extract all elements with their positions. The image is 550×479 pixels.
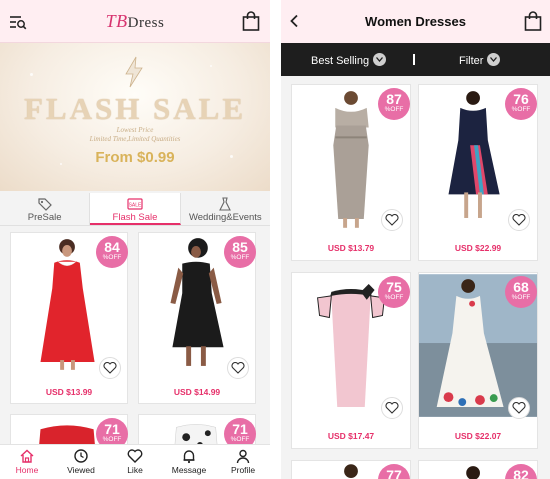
chevron-down-icon xyxy=(373,53,387,66)
nav-viewed[interactable]: Viewed xyxy=(54,445,108,479)
nav-message[interactable]: Message xyxy=(162,445,216,479)
shopping-bag-icon[interactable] xyxy=(524,11,542,31)
discount-badge: 87 %OFF xyxy=(378,88,410,120)
heart-outline-icon xyxy=(103,362,117,374)
wishlist-button[interactable] xyxy=(99,357,121,379)
heart-outline-icon xyxy=(512,214,526,226)
bell-icon xyxy=(183,450,195,464)
product-card[interactable]: 84 %OFF USD $13.99 xyxy=(10,232,128,404)
category-screen: Women Dresses Best Selling Filter 87 %OF… xyxy=(281,0,550,479)
heart-outline-icon xyxy=(512,402,526,414)
wishlist-button[interactable] xyxy=(508,209,530,231)
discount-badge: 84 %OFF xyxy=(96,236,128,268)
product-card[interactable]: 77 xyxy=(291,460,411,479)
sort-filter-bar: Best Selling Filter xyxy=(281,43,550,76)
bottom-navigation: Home Viewed Like Message Profile xyxy=(0,444,270,479)
product-card[interactable]: 85 %OFF USD $14.99 xyxy=(138,232,256,404)
product-card[interactable]: 68 %OFF USD $22.07 xyxy=(418,272,538,449)
product-card[interactable]: 76 %OFF USD $22.99 xyxy=(418,84,538,261)
wishlist-button[interactable] xyxy=(508,397,530,419)
product-card[interactable]: 87 %OFF USD $13.79 xyxy=(291,84,411,261)
banner-subtitle: Lowest Price Limited Time,Limited Quanti… xyxy=(89,126,181,143)
discount-badge: 76 %OFF xyxy=(505,88,537,120)
divider xyxy=(413,54,415,65)
discount-badge: 75 %OFF xyxy=(378,276,410,308)
product-card[interactable]: 82 xyxy=(418,460,538,479)
wedding-dress-icon xyxy=(219,197,232,211)
chevron-down-icon xyxy=(487,53,501,66)
discount-badge: 68 %OFF xyxy=(505,276,537,308)
product-price: USD $13.99 xyxy=(45,387,93,397)
sale-box-icon: SALE xyxy=(127,198,143,210)
sort-dropdown[interactable]: Best Selling xyxy=(311,53,387,67)
shopping-bag-icon[interactable] xyxy=(242,11,260,31)
home-icon xyxy=(20,449,34,463)
lightning-icon xyxy=(125,56,143,88)
wishlist-button[interactable] xyxy=(381,397,403,419)
heart-outline-icon xyxy=(385,402,399,414)
app-header: TBDress xyxy=(0,0,270,43)
category-tabs: PreSale SALE Flash Sale Wedding&Events xyxy=(0,193,270,226)
filter-dropdown[interactable]: Filter xyxy=(459,53,501,67)
svg-text:SALE: SALE xyxy=(129,203,142,209)
user-icon xyxy=(236,449,250,464)
product-price: USD $22.07 xyxy=(454,431,502,441)
wishlist-button[interactable] xyxy=(381,209,403,231)
home-screen: TBDress FLASH SALE Lowest Price Limited … xyxy=(0,0,270,479)
nav-profile[interactable]: Profile xyxy=(216,445,270,479)
banner-price: From $0.99 xyxy=(95,149,175,166)
product-price: USD $13.79 xyxy=(327,243,375,253)
product-price: USD $17.47 xyxy=(327,431,375,441)
tab-wedding-events[interactable]: Wedding&Events xyxy=(181,193,270,225)
nav-like[interactable]: Like xyxy=(108,445,162,479)
product-price: USD $14.99 xyxy=(173,387,221,397)
discount-badge: 85 %OFF xyxy=(224,236,256,268)
product-price: USD $22.99 xyxy=(454,243,502,253)
page-title: Women Dresses xyxy=(365,14,466,29)
category-header: Women Dresses xyxy=(281,0,550,43)
wishlist-button[interactable] xyxy=(227,357,249,379)
tab-presale[interactable]: PreSale xyxy=(0,193,91,225)
history-icon xyxy=(74,449,88,463)
tag-icon xyxy=(38,198,52,211)
nav-home[interactable]: Home xyxy=(0,445,54,479)
banner-title: FLASH SALE xyxy=(23,91,247,126)
tab-flash-sale[interactable]: SALE Flash Sale xyxy=(90,193,181,225)
brand-logo[interactable]: TBDress xyxy=(0,11,270,32)
heart-outline-icon xyxy=(231,362,245,374)
heart-outline-icon xyxy=(385,214,399,226)
product-card[interactable]: 75 %OFF USD $17.47 xyxy=(291,272,411,449)
flash-sale-banner[interactable]: FLASH SALE Lowest Price Limited Time,Lim… xyxy=(0,43,270,191)
heart-icon xyxy=(127,449,143,463)
